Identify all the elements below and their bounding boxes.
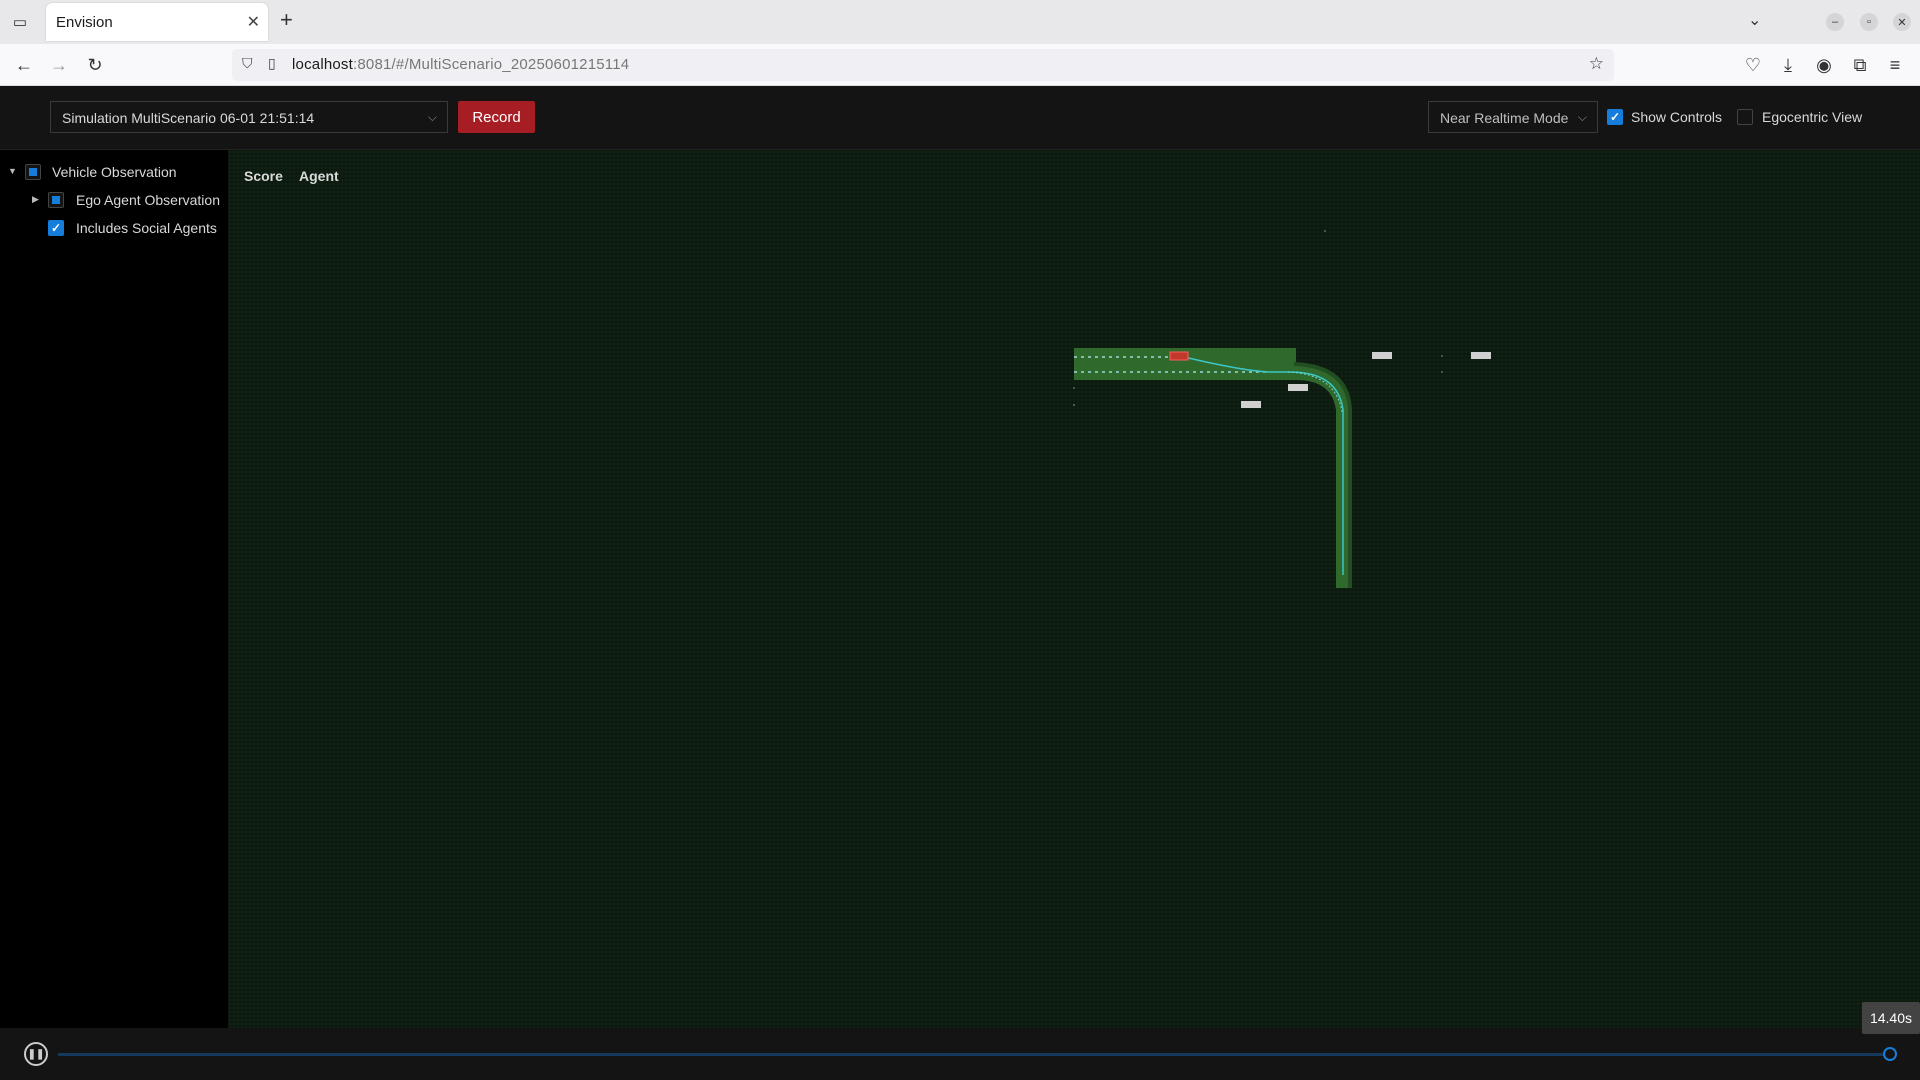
ego-planned-route — [1179, 355, 1344, 575]
pause-icon[interactable]: ❚❚ — [24, 1042, 48, 1066]
caret-right-icon[interactable]: ▶ — [32, 194, 39, 205]
url-bar[interactable]: ⛉ ▯ localhost:8081/#/MultiScenario_20250… — [232, 49, 1614, 81]
simulation-select-value: Simulation MultiScenario 06-01 21:51:14 — [62, 110, 315, 126]
egocentric-view-label[interactable]: Egocentric View — [1762, 109, 1862, 125]
back-arrow-icon[interactable]: ← — [11, 52, 37, 78]
url-text[interactable]: localhost:8081/#/MultiScenario_202506012… — [292, 56, 629, 73]
app-toolbar: Simulation MultiScenario 06-01 21:51:14 … — [0, 86, 1920, 150]
time-tooltip: 14.40s — [1862, 1002, 1920, 1034]
ego-vehicle[interactable] — [1169, 351, 1189, 361]
extensions-icon[interactable]: ⧉ — [1847, 52, 1873, 78]
social-vehicle[interactable] — [1372, 352, 1392, 359]
timeline-slider[interactable] — [58, 1047, 1898, 1061]
social-vehicle[interactable] — [1241, 401, 1261, 408]
tree-item-label[interactable]: Vehicle Observation — [52, 164, 177, 180]
timeline-handle[interactable] — [1883, 1047, 1898, 1061]
map-dot — [1324, 230, 1326, 232]
includes-social-agents-checkbox[interactable]: ✓ — [48, 220, 64, 236]
new-tab-icon[interactable]: + — [280, 9, 293, 31]
tab-list-icon[interactable]: ▭ — [8, 10, 32, 34]
browser-nav-bar: ← → ↻ ⛉ ▯ localhost:8081/#/MultiScenario… — [0, 44, 1920, 86]
restore-icon[interactable]: ▫ — [1860, 13, 1878, 31]
road-network — [1074, 348, 1352, 588]
show-controls-checkbox[interactable]: ✓ — [1607, 109, 1623, 125]
tab-close-icon[interactable]: ✕ — [247, 12, 260, 32]
menu-icon[interactable]: ≡ — [1882, 52, 1908, 78]
browser-tab-bar: ▭ Envision ✕ + ⌄ – ▫ ✕ — [0, 0, 1920, 44]
observation-tree: ▼ Vehicle Observation ▶ Ego Agent Observ… — [0, 150, 228, 1028]
download-icon[interactable]: ⤓ — [1775, 52, 1801, 78]
window-close-icon[interactable]: ✕ — [1893, 13, 1911, 31]
map-dot — [1073, 387, 1075, 389]
chevron-down-icon: ⌵ — [1577, 110, 1587, 124]
map-dot — [1441, 355, 1443, 357]
social-vehicle[interactable] — [1288, 384, 1308, 391]
bookmark-star-icon[interactable]: ☆ — [1589, 54, 1604, 74]
vehicle-observation-checkbox[interactable] — [25, 164, 41, 180]
egocentric-view-checkbox[interactable] — [1737, 109, 1753, 125]
tree-item-vehicle-observation[interactable]: ▼ Vehicle Observation — [0, 160, 228, 184]
browser-tab[interactable]: Envision ✕ — [46, 3, 268, 41]
tree-item-label[interactable]: Ego Agent Observation — [76, 192, 220, 208]
simulation-select[interactable]: Simulation MultiScenario 06-01 21:51:14 … — [50, 101, 448, 133]
tab-title: Envision — [56, 14, 113, 31]
simulation-map-viewport[interactable]: Score Agent — [228, 150, 1920, 1028]
show-controls-label[interactable]: Show Controls — [1631, 109, 1722, 125]
reload-icon[interactable]: ↻ — [82, 52, 108, 78]
pocket-icon[interactable]: ♡ — [1740, 52, 1766, 78]
shield-icon[interactable]: ⛉ — [242, 55, 253, 72]
mode-select[interactable]: Near Realtime Mode ⌵ — [1428, 101, 1598, 133]
caret-down-icon[interactable]: ▼ — [8, 166, 17, 176]
tree-item-includes-social-agents[interactable]: ✓ Includes Social Agents — [0, 216, 228, 240]
timeline-progress — [58, 1053, 1891, 1056]
minimize-icon[interactable]: – — [1826, 13, 1844, 31]
social-vehicle[interactable] — [1471, 352, 1491, 359]
record-button[interactable]: Record — [458, 101, 535, 133]
page-icon: ▯ — [268, 55, 276, 71]
playback-bar: ❚❚ — [0, 1028, 1920, 1080]
tree-item-ego-agent-observation[interactable]: ▶ Ego Agent Observation — [0, 188, 228, 212]
url-host: localhost — [292, 56, 354, 73]
road-network-scene — [1073, 230, 1491, 588]
chevron-down-icon[interactable]: ⌄ — [1748, 10, 1761, 30]
chevron-down-icon: ⌵ — [427, 110, 437, 124]
forward-arrow-icon[interactable]: → — [46, 52, 72, 78]
url-path: :8081/#/MultiScenario_20250601215114 — [353, 56, 630, 73]
tree-item-label[interactable]: Includes Social Agents — [76, 220, 217, 236]
map-dot — [1073, 404, 1075, 406]
account-icon[interactable]: ◉ — [1811, 52, 1837, 78]
ego-agent-observation-checkbox[interactable] — [48, 192, 64, 208]
map-dot — [1441, 371, 1443, 373]
mode-select-value: Near Realtime Mode — [1440, 110, 1569, 126]
